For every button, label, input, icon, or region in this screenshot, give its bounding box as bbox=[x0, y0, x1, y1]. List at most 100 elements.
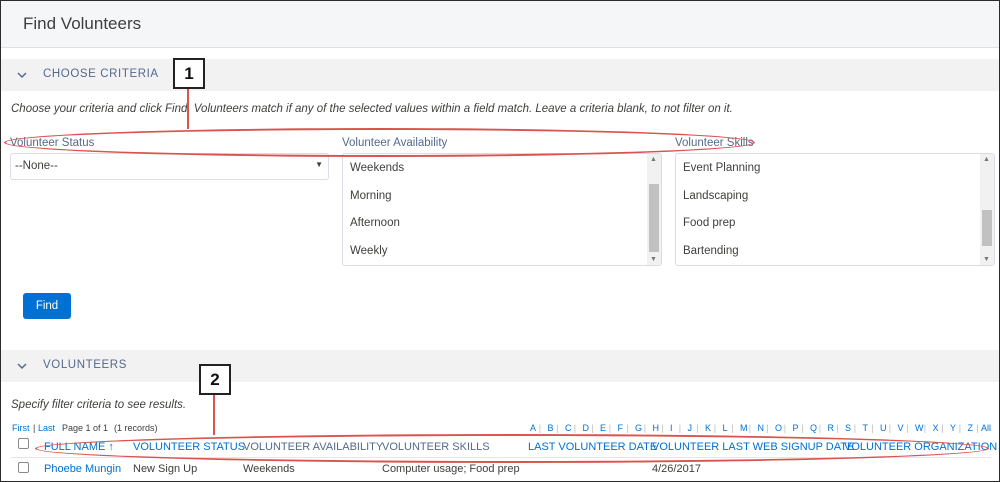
alphabet-separator: | bbox=[871, 423, 874, 433]
volunteers-section-title: VOLUNTEERS bbox=[43, 359, 127, 371]
pager-separator: | bbox=[33, 423, 36, 433]
alphabet-filter-i[interactable]: I bbox=[670, 423, 673, 433]
alphabet-filter-p[interactable]: P bbox=[793, 423, 799, 433]
scroll-up-arrow-icon[interactable]: ▲ bbox=[650, 156, 657, 163]
alphabet-filter-g[interactable]: G bbox=[635, 423, 642, 433]
alphabet-separator: | bbox=[573, 423, 577, 433]
dropdown-arrow-icon[interactable]: ▼ bbox=[315, 160, 323, 169]
app-window: Find Volunteers CHOOSE CRITERIA Choose y… bbox=[0, 0, 1000, 482]
cell-volunteer-skills: Computer usage; Food prep bbox=[382, 463, 520, 475]
alphabet-filter-w[interactable]: W bbox=[915, 423, 924, 433]
callout-2-badge: 2 bbox=[199, 364, 231, 395]
alphabet-filter-n[interactable]: N bbox=[758, 423, 765, 433]
scrollbar-thumb[interactable] bbox=[649, 184, 659, 252]
volunteer-skills-listbox[interactable]: Event Planning Landscaping Food prep Bar… bbox=[675, 153, 995, 266]
alphabet-filter-y[interactable]: Y bbox=[950, 423, 956, 433]
criteria-section-title: CHOOSE CRITERIA bbox=[43, 68, 159, 80]
alphabet-separator: | bbox=[556, 423, 559, 433]
alphabet-filter-l[interactable]: L bbox=[723, 423, 728, 433]
alphabet-separator: | bbox=[836, 423, 839, 433]
criteria-section-header[interactable]: CHOOSE CRITERIA bbox=[1, 59, 999, 91]
skills-option[interactable]: Food prep bbox=[683, 217, 735, 229]
callout-1-leader-line bbox=[187, 87, 189, 129]
alphabet-filter-f[interactable]: F bbox=[618, 423, 624, 433]
scrollbar-thumb[interactable] bbox=[982, 210, 992, 246]
callout-2-leader-line bbox=[213, 393, 215, 435]
availability-option[interactable]: Weekends bbox=[350, 162, 404, 174]
availability-option[interactable]: Weekly bbox=[350, 245, 388, 257]
alphabet-filter-e[interactable]: E bbox=[600, 423, 606, 433]
alphabet-filter-c[interactable]: C bbox=[565, 423, 572, 433]
skills-option[interactable]: Event Planning bbox=[683, 162, 760, 174]
alphabet-separator: | bbox=[538, 423, 542, 433]
results-instructions: Specify filter criteria to see results. bbox=[11, 399, 187, 411]
alphabet-separator: | bbox=[783, 423, 787, 433]
alphabet-separator: | bbox=[958, 423, 962, 433]
alphabet-separator: | bbox=[941, 423, 944, 433]
callout-1-highlight bbox=[4, 128, 755, 157]
volunteers-section-header[interactable]: VOLUNTEERS bbox=[1, 350, 999, 382]
alphabet-filter-x[interactable]: X bbox=[933, 423, 939, 433]
alphabet-filter-h[interactable]: H bbox=[653, 423, 660, 433]
page-info: Page 1 of 1 bbox=[62, 423, 109, 433]
skills-scrollbar[interactable]: ▲ ▼ bbox=[980, 154, 994, 265]
scroll-down-arrow-icon[interactable]: ▼ bbox=[983, 256, 990, 263]
alphabet-separator: | bbox=[818, 423, 822, 433]
alphabet-filter-v[interactable]: V bbox=[898, 423, 904, 433]
volunteer-status-select[interactable]: --None-- ▼ bbox=[10, 153, 329, 180]
alphabet-separator: | bbox=[976, 423, 979, 433]
alphabet-separator: | bbox=[766, 423, 769, 433]
scroll-up-arrow-icon[interactable]: ▲ bbox=[983, 156, 990, 163]
chevron-down-icon[interactable] bbox=[15, 68, 29, 82]
alphabet-separator: | bbox=[608, 423, 612, 433]
chevron-down-icon[interactable] bbox=[15, 359, 29, 373]
alphabet-filter-z[interactable]: Z bbox=[968, 423, 974, 433]
alphabet-separator: | bbox=[748, 423, 752, 433]
last-page-link[interactable]: Last bbox=[38, 423, 55, 433]
availability-option[interactable]: Morning bbox=[350, 190, 392, 202]
alphabet-separator: | bbox=[906, 423, 909, 433]
skills-option[interactable]: Bartending bbox=[683, 245, 739, 257]
alphabet-separator: | bbox=[678, 423, 682, 433]
alphabet-separator: | bbox=[713, 423, 717, 433]
alphabet-separator: | bbox=[853, 423, 857, 433]
page-title: Find Volunteers bbox=[23, 14, 142, 33]
callout-2-highlight bbox=[35, 434, 989, 463]
alphabet-filter-j[interactable]: J bbox=[688, 423, 693, 433]
cell-full-name[interactable]: Phoebe Mungin bbox=[44, 463, 121, 475]
criteria-instructions: Choose your criteria and click Find. Vol… bbox=[11, 103, 733, 115]
alphabet-separator: | bbox=[731, 423, 734, 433]
alphabet-filter-q[interactable]: Q bbox=[810, 423, 817, 433]
find-button[interactable]: Find bbox=[23, 293, 71, 319]
volunteer-availability-listbox[interactable]: Weekends Morning Afternoon Weekly ▲ ▼ bbox=[342, 153, 662, 266]
alphabet-separator: | bbox=[696, 423, 699, 433]
alphabet-separator: | bbox=[923, 423, 927, 433]
alphabet-separator: | bbox=[801, 423, 804, 433]
skills-option[interactable]: Landscaping bbox=[683, 190, 748, 202]
alphabet-filter-k[interactable]: K bbox=[705, 423, 711, 433]
alphabet-filter-b[interactable]: B bbox=[548, 423, 554, 433]
callout-1-badge: 1 bbox=[173, 58, 205, 89]
volunteer-status-value: --None-- bbox=[15, 160, 58, 172]
alphabet-filter-s[interactable]: S bbox=[845, 423, 851, 433]
alphabet-filter-t[interactable]: T bbox=[863, 423, 869, 433]
cell-volunteer-availability: Weekends bbox=[243, 463, 295, 475]
alphabet-separator: | bbox=[591, 423, 594, 433]
alphabet-filter-m[interactable]: M bbox=[740, 423, 748, 433]
alphabet-filter-r[interactable]: R bbox=[828, 423, 835, 433]
alphabet-separator: | bbox=[643, 423, 647, 433]
scroll-down-arrow-icon[interactable]: ▼ bbox=[650, 256, 657, 263]
select-all-checkbox[interactable] bbox=[18, 438, 29, 449]
alphabet-separator: | bbox=[888, 423, 892, 433]
alphabet-filter-o[interactable]: O bbox=[775, 423, 782, 433]
availability-scrollbar[interactable]: ▲ ▼ bbox=[647, 154, 661, 265]
alphabet-filter-all[interactable]: All bbox=[981, 423, 991, 433]
alphabet-filter-a[interactable]: A bbox=[530, 423, 536, 433]
row-select-checkbox[interactable] bbox=[18, 462, 29, 473]
first-page-link[interactable]: First bbox=[12, 423, 30, 433]
availability-option[interactable]: Afternoon bbox=[350, 217, 400, 229]
record-count: (1 records) bbox=[114, 423, 158, 433]
alphabet-filter-u[interactable]: U bbox=[880, 423, 887, 433]
alphabet-filter-d[interactable]: D bbox=[583, 423, 590, 433]
cell-volunteer-status: New Sign Up bbox=[133, 463, 198, 475]
